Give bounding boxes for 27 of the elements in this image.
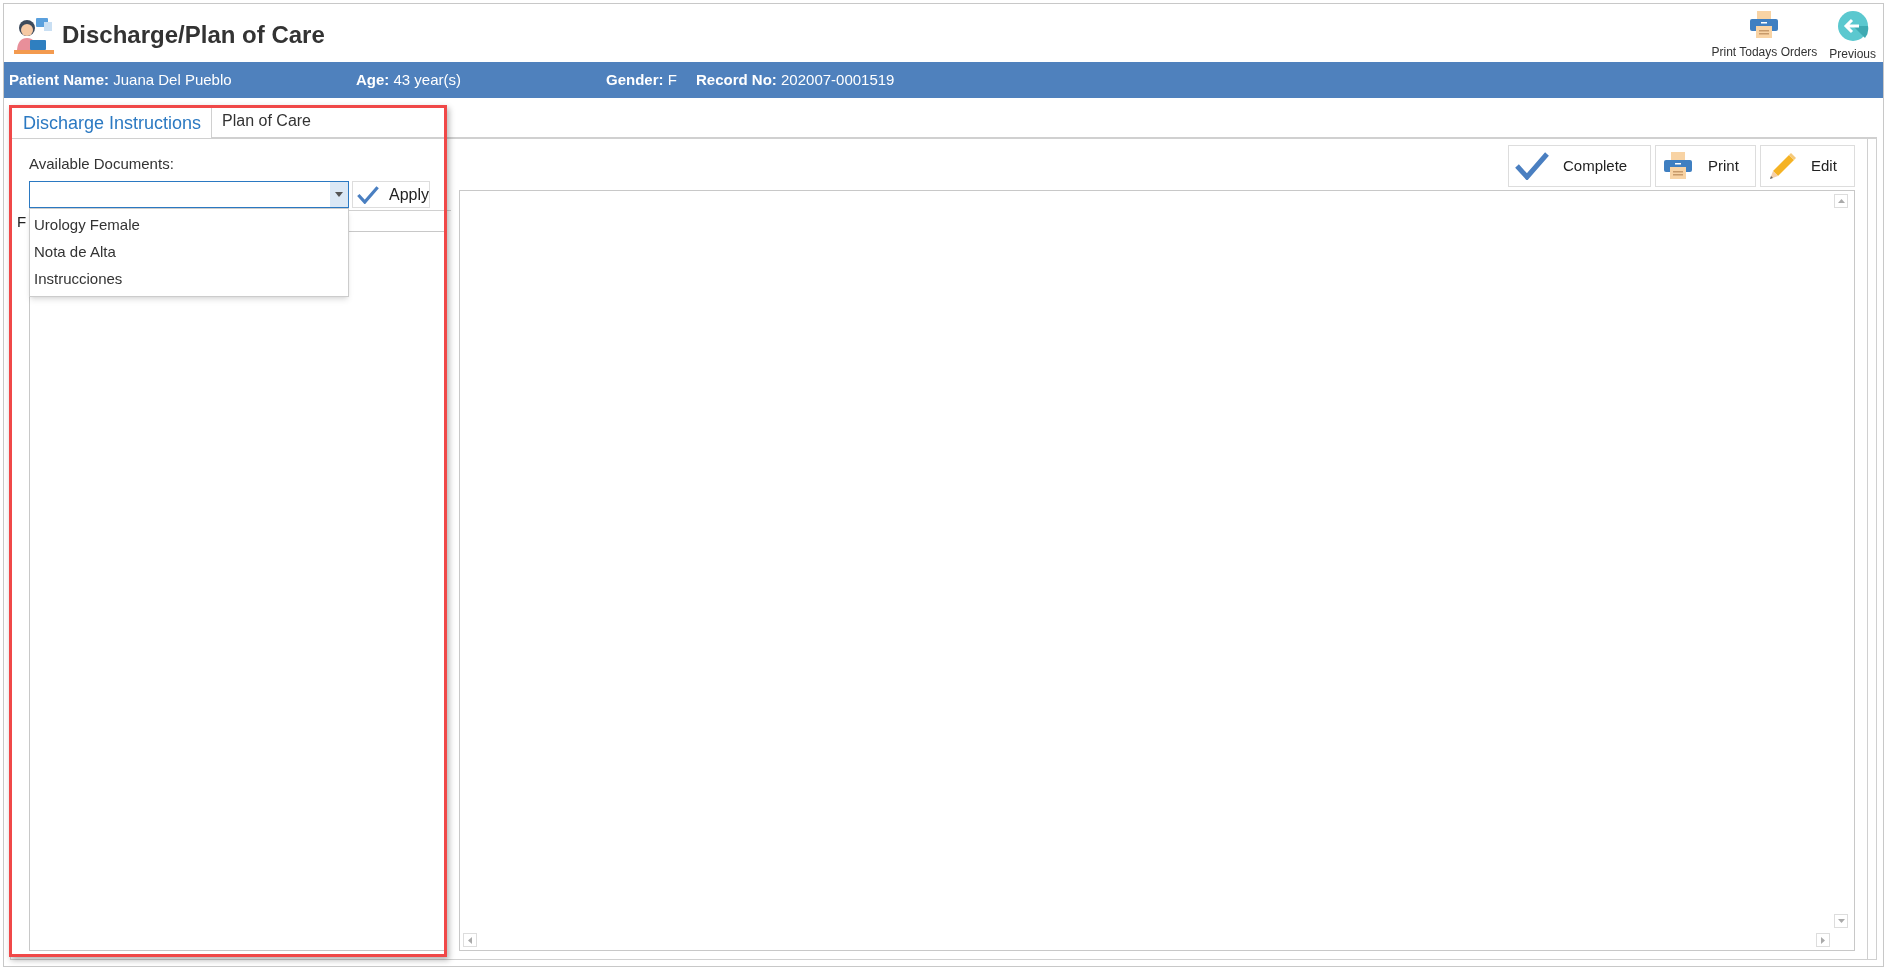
patient-field: Gender: F <box>606 68 696 92</box>
patient-field: Age: 43 year(s) <box>356 68 606 92</box>
scroll-left-icon[interactable] <box>463 933 477 947</box>
window-title: Discharge/Plan of Care <box>62 20 325 50</box>
checkmark-icon <box>357 185 379 204</box>
printer-icon <box>1748 10 1781 40</box>
dropdown-option[interactable]: Instrucciones <box>30 266 348 293</box>
scroll-down-icon[interactable] <box>1834 914 1848 928</box>
edit-button[interactable]: Edit <box>1760 145 1855 187</box>
apply-button[interactable]: Apply <box>352 181 430 208</box>
complete-button[interactable]: Complete <box>1508 145 1651 187</box>
checkmark-icon <box>1515 152 1549 180</box>
field-label: Available Documents: <box>29 154 175 173</box>
scroll-up-icon[interactable] <box>1834 194 1848 208</box>
field-label: F <box>17 212 27 232</box>
caret-icon[interactable] <box>330 182 348 207</box>
scroll-right-icon[interactable] <box>1816 933 1830 947</box>
document-dropdown[interactable] <box>29 181 349 208</box>
previous-button[interactable]: Previous <box>1826 10 1879 63</box>
printer-icon <box>1662 151 1694 181</box>
patient-field: Record No: 202007-0001519 <box>696 68 956 92</box>
print-button[interactable]: Print <box>1655 145 1756 187</box>
tab[interactable]: Plan of Care <box>212 104 321 138</box>
dropdown-option[interactable]: Urology Female <box>30 212 348 239</box>
pencil-icon <box>1767 151 1797 181</box>
dropdown-option[interactable]: Nota de Alta <box>30 239 348 266</box>
patient-field: Patient Name: Juana Del Pueblo <box>9 68 356 92</box>
